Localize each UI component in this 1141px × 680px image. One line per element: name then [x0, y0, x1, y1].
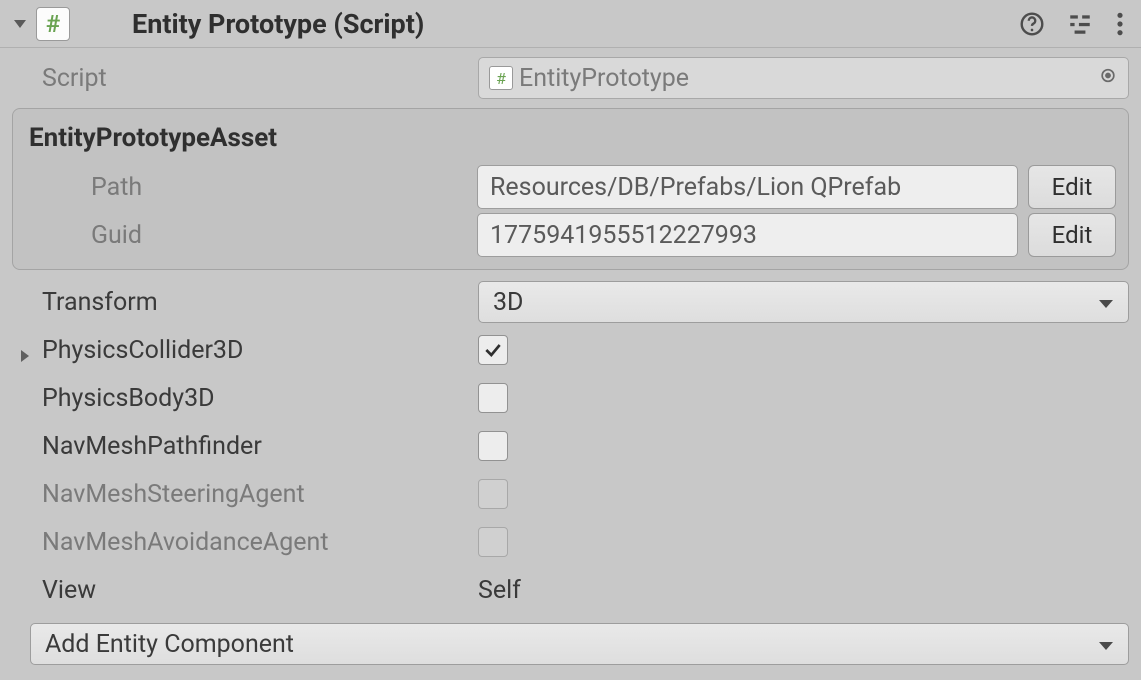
- asset-guid-field[interactable]: 1775941955512227993: [477, 213, 1018, 257]
- physics-collider-3d-label: PhysicsCollider3D: [12, 336, 478, 365]
- navmesh-pathfinder-label: NavMeshPathfinder: [12, 432, 478, 461]
- csharp-mini-icon: #: [489, 66, 513, 90]
- navmesh-avoidance-agent-row: NavMeshAvoidanceAgent: [12, 518, 1129, 566]
- chevron-down-icon: [1098, 288, 1114, 317]
- asset-path-field[interactable]: Resources/DB/Prefabs/Lion QPrefab: [477, 165, 1018, 209]
- navmesh-steering-agent-checkbox: [478, 479, 508, 509]
- navmesh-avoidance-agent-label: NavMeshAvoidanceAgent: [12, 528, 478, 557]
- view-label: View: [12, 576, 478, 605]
- asset-path-label: Path: [25, 173, 477, 202]
- object-picker-icon[interactable]: [1098, 64, 1118, 93]
- inspector-component: # Entity Prototype (Script) Script # Ent…: [0, 0, 1141, 680]
- transform-value: 3D: [493, 288, 523, 317]
- navmesh-steering-agent-label: NavMeshSteeringAgent: [12, 480, 478, 509]
- help-icon[interactable]: [1019, 11, 1045, 37]
- chevron-down-icon: [1098, 630, 1114, 659]
- header-icons: [1019, 11, 1131, 37]
- component-body: Script # EntityPrototype EntityPrototype…: [0, 48, 1141, 680]
- entity-prototype-asset-group: EntityPrototypeAsset Path Resources/DB/P…: [12, 108, 1129, 270]
- asset-guid-row: Guid 1775941955512227993 Edit: [25, 211, 1116, 259]
- asset-group-title: EntityPrototypeAsset: [25, 119, 1116, 163]
- asset-guid-edit-button[interactable]: Edit: [1028, 213, 1116, 257]
- physics-collider-3d-checkbox[interactable]: [478, 335, 508, 365]
- foldout-right-icon[interactable]: [18, 341, 36, 359]
- script-object-field[interactable]: # EntityPrototype: [478, 57, 1129, 99]
- physics-body-3d-checkbox[interactable]: [478, 383, 508, 413]
- transform-dropdown[interactable]: 3D: [478, 281, 1129, 323]
- view-value: Self: [478, 576, 521, 605]
- presets-icon[interactable]: [1067, 11, 1093, 37]
- script-label: Script: [12, 64, 478, 93]
- csharp-script-icon: #: [36, 7, 70, 41]
- physics-body-3d-label: PhysicsBody3D: [12, 384, 478, 413]
- context-menu-icon[interactable]: [1115, 11, 1125, 37]
- foldout-arrow-icon[interactable]: [10, 14, 30, 34]
- add-entity-component-dropdown[interactable]: Add Entity Component: [30, 623, 1129, 665]
- script-value: EntityPrototype: [519, 64, 689, 93]
- script-row: Script # EntityPrototype: [12, 54, 1129, 102]
- asset-path-edit-button[interactable]: Edit: [1028, 165, 1116, 209]
- asset-guid-label: Guid: [25, 221, 477, 250]
- component-header: # Entity Prototype (Script): [0, 0, 1141, 48]
- view-row: View Self: [12, 566, 1129, 614]
- add-entity-component-label: Add Entity Component: [45, 630, 294, 659]
- navmesh-avoidance-agent-checkbox: [478, 527, 508, 557]
- transform-row: Transform 3D: [12, 278, 1129, 326]
- asset-path-row: Path Resources/DB/Prefabs/Lion QPrefab E…: [25, 163, 1116, 211]
- physics-body-3d-row: PhysicsBody3D: [12, 374, 1129, 422]
- add-entity-component-row: Add Entity Component: [12, 620, 1129, 668]
- physics-collider-3d-row: PhysicsCollider3D: [12, 326, 1129, 374]
- component-title: Entity Prototype (Script): [84, 8, 1019, 40]
- transform-label: Transform: [12, 288, 478, 317]
- navmesh-pathfinder-checkbox[interactable]: [478, 431, 508, 461]
- navmesh-steering-agent-row: NavMeshSteeringAgent: [12, 470, 1129, 518]
- navmesh-pathfinder-row: NavMeshPathfinder: [12, 422, 1129, 470]
